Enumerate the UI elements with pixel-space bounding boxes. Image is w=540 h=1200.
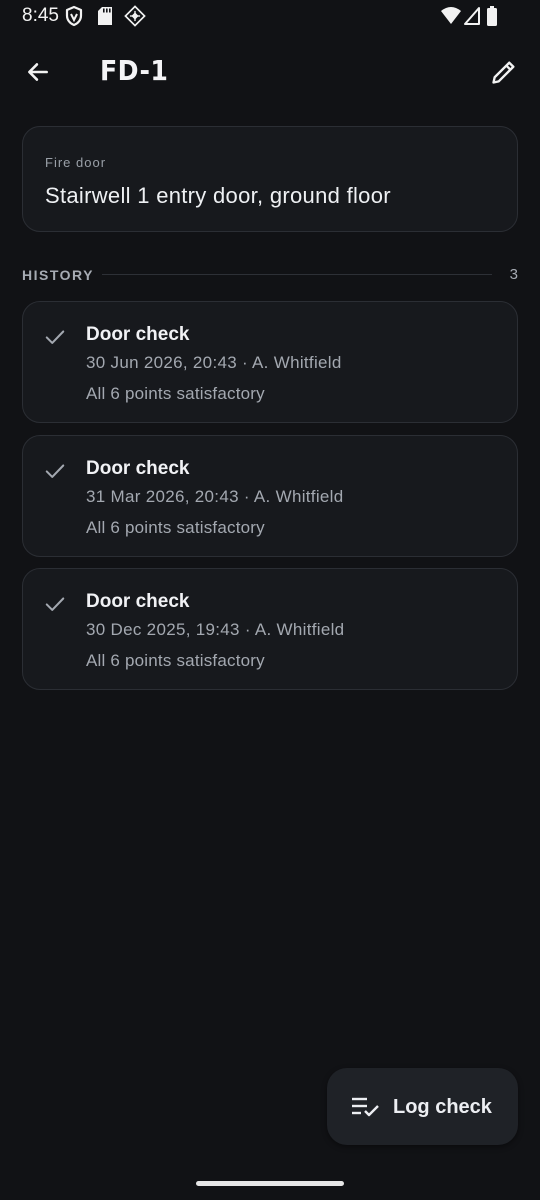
check-icon: [45, 330, 65, 344]
back-button[interactable]: [16, 52, 60, 92]
app-bar: FD-1: [0, 40, 540, 104]
check-icon: [45, 463, 65, 478]
history-item[interactable]: Door check 31 Mar 2026, 20:43 · A. Whitf…: [22, 434, 518, 557]
history-divider: [102, 274, 492, 275]
asset-info-card: Fire door Stairwell 1 entry door, ground…: [22, 126, 518, 232]
history-item[interactable]: Door check 30 Jun 2026, 20:43 · A. Whitf…: [22, 301, 518, 423]
history-item-summary: All 6 points satisfactory: [86, 384, 265, 403]
history-item-title: Door check: [86, 324, 190, 345]
history-item-summary: All 6 points satisfactory: [86, 651, 265, 670]
asset-description: Stairwell 1 entry door, ground floor: [45, 183, 391, 208]
app-grid-icon: [124, 5, 146, 27]
history-item-title: Door check: [86, 591, 190, 612]
log-check-button[interactable]: Log check: [327, 1068, 518, 1145]
wifi-icon: [441, 7, 461, 24]
history-item[interactable]: Door check 30 Dec 2025, 19:43 · A. Whitf…: [22, 568, 518, 690]
history-count: 3: [509, 266, 518, 283]
battery-icon: [487, 6, 497, 26]
gesture-nav-handle[interactable]: [196, 1181, 344, 1186]
history-header: HISTORY 3: [22, 264, 518, 286]
history-list: Door check 30 Jun 2026, 20:43 · A. Whitf…: [22, 301, 518, 702]
sd-card-icon: [98, 7, 112, 25]
history-item-summary: All 6 points satisfactory: [86, 517, 265, 537]
check-icon: [45, 597, 65, 611]
history-item-title: Door check: [86, 457, 190, 479]
screen: 8:45 FD-1 Fire door Stairwell 1 entry do…: [0, 0, 540, 1200]
status-time: 8:45: [22, 5, 59, 26]
page-title: FD-1: [100, 54, 169, 87]
status-bar: 8:45: [0, 0, 540, 34]
history-item-meta: 30 Dec 2025, 19:43 · A. Whitfield: [86, 620, 345, 639]
history-item-meta: 31 Mar 2026, 20:43 · A. Whitfield: [86, 486, 344, 506]
log-check-label: Log check: [393, 1096, 492, 1118]
edit-button[interactable]: [482, 52, 526, 92]
arrow-left-icon: [28, 63, 48, 81]
checklist-icon: [352, 1097, 379, 1117]
pencil-icon: [492, 61, 515, 84]
history-item-meta: 30 Jun 2026, 20:43 · A. Whitfield: [86, 353, 342, 372]
vpn-shield-icon: [65, 5, 83, 27]
asset-type-label: Fire door: [45, 155, 107, 170]
history-label: HISTORY: [22, 267, 94, 283]
signal-icon: [464, 7, 480, 25]
